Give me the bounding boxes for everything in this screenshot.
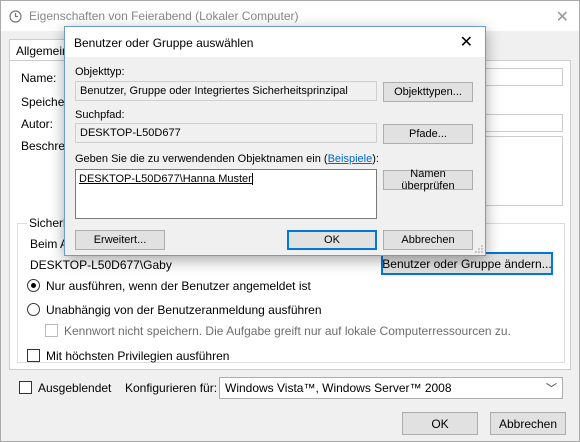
radio-logged-on-label[interactable]: Nur ausführen, wenn der Benutzer angemel… [46, 279, 311, 293]
dialog-title-bar: Benutzer oder Gruppe auswählen ✕ [65, 27, 485, 57]
dialog-ok-button[interactable]: OK [287, 230, 377, 250]
enter-names-label: Geben Sie die zu verwendenden Objektname… [75, 153, 379, 165]
window-title: Eigenschaften von Feierabend (Lokaler Co… [29, 9, 299, 23]
description-label: Beschrei [21, 139, 68, 153]
object-names-input[interactable]: DESKTOP-L50D677\Hanna Muster [75, 169, 377, 219]
select-user-dialog: Benutzer oder Gruppe auswählen ✕ Objektt… [64, 26, 486, 256]
no-password-label: Kennwort nicht speichern. Die Aufgabe gr… [64, 324, 511, 338]
configure-for-value: Windows Vista™, Windows Server™ 2008 [225, 381, 452, 395]
chevron-down-icon: ﹀ [546, 383, 557, 395]
radio-logged-on[interactable] [27, 279, 40, 292]
advanced-button[interactable]: Erweitert... [75, 230, 165, 250]
dialog-cancel-button[interactable]: Abbrechen [383, 230, 473, 250]
close-icon[interactable]: ✕ [556, 7, 569, 27]
cancel-button[interactable]: Abbrechen [490, 412, 566, 435]
enter-names-suffix: ): [372, 153, 379, 165]
close-icon[interactable]: ✕ [460, 32, 473, 52]
configure-for-select[interactable]: Windows Vista™, Windows Server™ 2008 ﹀ [219, 377, 563, 399]
description-field[interactable] [485, 136, 563, 206]
configure-for-label: Konfigurieren für: [125, 381, 218, 395]
resize-grip-icon[interactable] [475, 245, 483, 253]
current-user-value: DESKTOP-L50D677\Gaby [30, 258, 172, 272]
object-type-label: Objekttyp: [75, 66, 125, 78]
tab-general[interactable]: Allgemein [9, 39, 71, 61]
search-path-label: Suchpfad: [75, 109, 125, 121]
author-field[interactable] [485, 114, 563, 132]
highest-privileges-label[interactable]: Mit höchsten Privilegien ausführen [46, 349, 229, 363]
run-as-label: Beim A [30, 237, 69, 251]
hidden-label[interactable]: Ausgeblendet [38, 381, 111, 395]
object-type-value: Benutzer, Gruppe oder Integriertes Siche… [75, 81, 377, 101]
name-field[interactable] [485, 68, 563, 86]
name-label: Name: [21, 71, 57, 85]
search-path-value: DESKTOP-L50D677 [75, 123, 377, 143]
dialog-title: Benutzer oder Gruppe auswählen [74, 36, 254, 50]
text-caret [251, 173, 253, 186]
highest-privileges-checkbox[interactable] [27, 349, 40, 362]
object-types-button[interactable]: Objekttypen... [383, 82, 473, 102]
examples-link[interactable]: Beispiele [328, 153, 373, 165]
radio-independent[interactable] [27, 303, 40, 316]
radio-independent-label[interactable]: Unabhängig von der Benutzeranmeldung aus… [46, 303, 322, 317]
location-label: Speicher [21, 95, 69, 109]
author-label: Autor: [21, 117, 54, 131]
clock-icon [9, 10, 22, 23]
check-names-button[interactable]: Namen überprüfen [383, 168, 473, 192]
enter-names-text: Geben Sie die zu verwendenden Objektname… [75, 153, 328, 165]
object-names-value: DESKTOP-L50D677\Hanna Muster [79, 173, 252, 185]
hidden-checkbox[interactable] [19, 381, 32, 394]
no-password-checkbox[interactable] [45, 324, 58, 337]
ok-button[interactable]: OK [402, 412, 478, 435]
paths-button[interactable]: Pfade... [383, 124, 473, 144]
